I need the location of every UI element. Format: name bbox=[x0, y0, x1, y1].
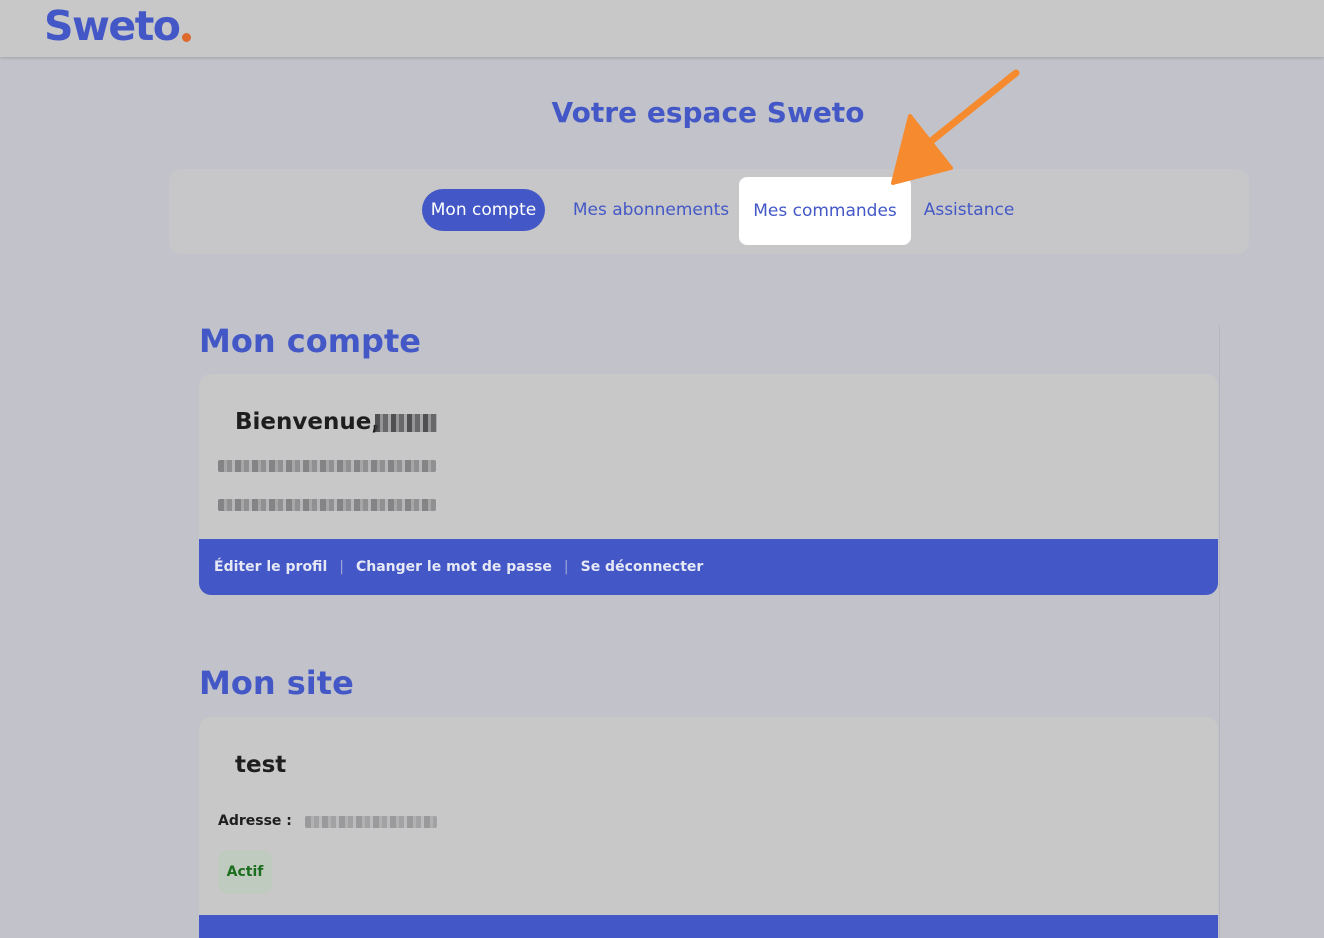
redacted-email bbox=[218, 460, 436, 472]
account-actions: Éditer le profil | Changer le mot de pas… bbox=[199, 539, 1218, 595]
status-badge: Actif bbox=[218, 850, 272, 894]
tab-mon-compte[interactable]: Mon compte bbox=[422, 189, 545, 231]
site-card: test Adresse : Actif bbox=[199, 717, 1218, 938]
content-divider bbox=[1219, 325, 1220, 938]
separator: | bbox=[563, 559, 569, 575]
redacted-address bbox=[305, 816, 437, 828]
logo-dot bbox=[182, 33, 191, 42]
tab-mes-abonnements[interactable]: Mes abonnements bbox=[563, 189, 739, 231]
separator: | bbox=[339, 559, 344, 575]
redacted-info bbox=[218, 499, 436, 511]
edit-profile-link[interactable]: Éditer le profil bbox=[214, 559, 327, 575]
change-password-link[interactable]: Changer le mot de passe bbox=[356, 559, 552, 575]
site-name: test bbox=[235, 752, 287, 778]
redacted-name bbox=[375, 414, 437, 432]
page-title: Votre espace Sweto bbox=[551, 96, 865, 129]
site-actions bbox=[199, 915, 1218, 938]
annotation-arrow-icon bbox=[891, 69, 1020, 185]
address-label: Adresse : bbox=[218, 813, 292, 829]
account-card: Bienvenue, Éditer le profil | Changer le… bbox=[199, 374, 1218, 595]
sweto-logo[interactable]: Sweto bbox=[44, 2, 181, 50]
account-greeting: Bienvenue, bbox=[235, 409, 381, 435]
logout-link[interactable]: Se déconnecter bbox=[581, 559, 704, 575]
tab-assistance[interactable]: Assistance bbox=[916, 189, 1022, 231]
top-bar: Sweto bbox=[0, 0, 1324, 57]
site-section-title: Mon site bbox=[199, 664, 354, 702]
account-section-title: Mon compte bbox=[199, 322, 421, 360]
